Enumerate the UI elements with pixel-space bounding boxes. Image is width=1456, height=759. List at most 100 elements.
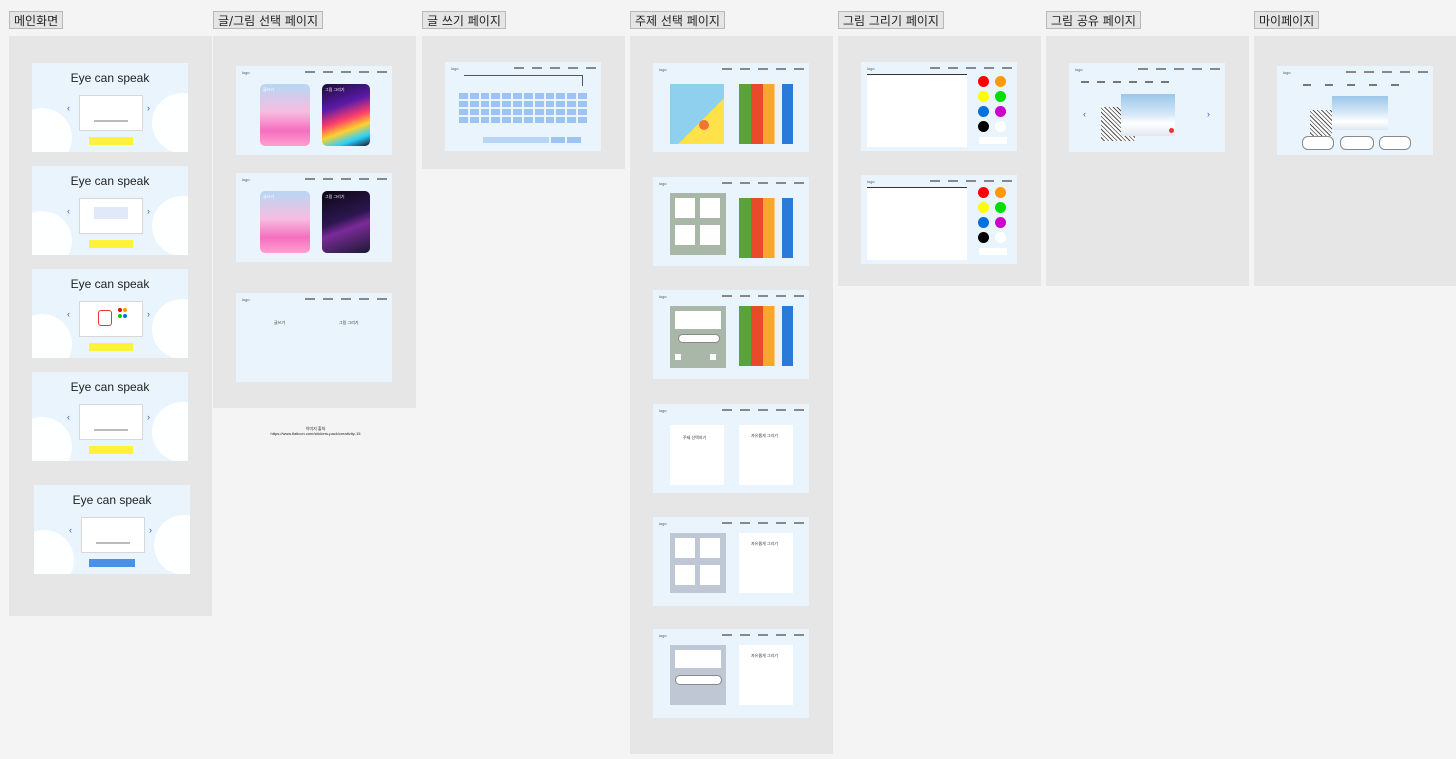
- next-button[interactable]: [89, 343, 133, 351]
- nav-links[interactable]: [722, 67, 804, 70]
- free-draw-card[interactable]: 자유롭게 그리기: [739, 645, 793, 705]
- color-yellow[interactable]: [978, 202, 989, 213]
- chevron-left-icon[interactable]: ‹: [67, 309, 70, 319]
- topic-frame-4[interactable]: logo 주제 선택하기 자유롭게 그리기: [653, 404, 809, 493]
- nav-links[interactable]: [1138, 67, 1220, 70]
- mypage-frame[interactable]: logo: [1277, 66, 1433, 155]
- free-draw-card[interactable]: 자유롭게 그리기: [739, 533, 793, 593]
- heart-icon[interactable]: [1169, 128, 1174, 133]
- select-frame-1[interactable]: logo 글쓰기 그림 그리기: [236, 66, 392, 155]
- nav-links[interactable]: [305, 177, 387, 180]
- my-photo[interactable]: [1332, 96, 1388, 130]
- chevron-left-icon[interactable]: ‹: [67, 103, 70, 113]
- section-label-share[interactable]: 그림 공유 페이지: [1046, 11, 1141, 29]
- write-frame[interactable]: logo: [445, 62, 601, 151]
- chevron-right-icon[interactable]: ›: [149, 525, 152, 535]
- nav-links[interactable]: [722, 521, 804, 524]
- main-frame-3[interactable]: Eye can speak ‹ ›: [32, 269, 188, 358]
- nav-links[interactable]: [514, 66, 596, 69]
- topic-frame-3[interactable]: logo: [653, 290, 809, 379]
- chevron-left-icon[interactable]: ‹: [67, 412, 70, 422]
- color-white[interactable]: [995, 121, 1006, 132]
- main-frame-5[interactable]: Eye can speak ‹ ›: [34, 485, 190, 574]
- color-orange[interactable]: [995, 187, 1006, 198]
- key-button[interactable]: [551, 137, 565, 143]
- topic-option[interactable]: [700, 198, 720, 218]
- nav-links[interactable]: [722, 294, 804, 297]
- save-button[interactable]: [979, 137, 1007, 144]
- draw-frame-1[interactable]: logo: [861, 62, 1017, 151]
- text-input-area[interactable]: [464, 75, 583, 86]
- prev-button[interactable]: [675, 354, 681, 360]
- color-blue[interactable]: [978, 106, 989, 117]
- topic-option[interactable]: [700, 538, 720, 558]
- edit-button[interactable]: [1302, 136, 1334, 150]
- color-purple[interactable]: [995, 106, 1006, 117]
- login-button[interactable]: [89, 559, 135, 567]
- nav-links[interactable]: [305, 297, 387, 300]
- chevron-right-icon[interactable]: ›: [147, 206, 150, 216]
- color-black[interactable]: [978, 121, 989, 132]
- nav-links[interactable]: [1346, 70, 1428, 73]
- section-label-main[interactable]: 메인화면: [9, 11, 64, 29]
- chevron-left-icon[interactable]: ‹: [1083, 109, 1086, 119]
- topic-option[interactable]: [700, 565, 720, 585]
- share-button[interactable]: [1340, 136, 1374, 150]
- color-green[interactable]: [995, 202, 1006, 213]
- topic-option[interactable]: [675, 538, 695, 558]
- choose-topic-card[interactable]: [670, 84, 724, 144]
- nav-links[interactable]: [722, 408, 804, 411]
- topic-option[interactable]: [675, 565, 695, 585]
- color-red[interactable]: [978, 76, 989, 87]
- draw-button[interactable]: [678, 334, 720, 343]
- topic-option[interactable]: [675, 198, 695, 218]
- write-option-card[interactable]: 글쓰기: [260, 84, 310, 146]
- color-green[interactable]: [995, 91, 1006, 102]
- shared-photo[interactable]: [1121, 94, 1175, 136]
- color-blue[interactable]: [978, 217, 989, 228]
- main-frame-2[interactable]: Eye can speak ‹ ›: [32, 166, 188, 255]
- nav-links[interactable]: [930, 66, 1012, 69]
- draw-button[interactable]: [675, 675, 722, 685]
- enter-button[interactable]: [567, 137, 581, 143]
- section-label-topic[interactable]: 주제 선택 페이지: [630, 11, 725, 29]
- credit-url[interactable]: https://www.flaticon.com/stickers-pack/c…: [258, 431, 373, 436]
- delete-button[interactable]: [1379, 136, 1411, 150]
- nav-links[interactable]: [722, 633, 804, 636]
- section-label-write[interactable]: 글 쓰기 페이지: [422, 11, 506, 29]
- chevron-left-icon[interactable]: ‹: [69, 525, 72, 535]
- write-option-card[interactable]: 글쓰기: [260, 191, 310, 253]
- nav-links[interactable]: [930, 179, 1012, 182]
- section-label-select[interactable]: 글/그림 선택 페이지: [213, 11, 323, 29]
- draw-option-text[interactable]: 그림 그리기: [339, 320, 359, 326]
- next-button[interactable]: [710, 354, 716, 360]
- draw-frame-2[interactable]: logo: [861, 175, 1017, 264]
- select-frame-3[interactable]: logo 글쓰기 그림 그리기: [236, 293, 392, 382]
- color-purple[interactable]: [995, 217, 1006, 228]
- chevron-right-icon[interactable]: ›: [1207, 109, 1210, 119]
- space-bar[interactable]: [483, 137, 549, 143]
- free-draw-card[interactable]: [739, 306, 793, 366]
- write-option-text[interactable]: 글쓰기: [274, 320, 285, 326]
- free-draw-card[interactable]: [739, 198, 793, 258]
- topic-frame-6[interactable]: logo 자유롭게 그리기: [653, 629, 809, 718]
- draw-option-card[interactable]: 그림 그리기: [322, 191, 370, 253]
- select-frame-2[interactable]: logo 글쓰기 그림 그리기: [236, 173, 392, 262]
- section-label-draw[interactable]: 그림 그리기 페이지: [838, 11, 944, 29]
- nav-links[interactable]: [305, 70, 387, 73]
- drawing-canvas[interactable]: [867, 187, 967, 260]
- next-button[interactable]: [89, 446, 133, 454]
- chevron-right-icon[interactable]: ›: [147, 103, 150, 113]
- topic-option[interactable]: [700, 225, 720, 245]
- profile-tabs[interactable]: [1303, 84, 1411, 88]
- my-drawing[interactable]: [1310, 110, 1332, 136]
- on-screen-keyboard[interactable]: [459, 93, 587, 123]
- filter-tabs[interactable]: [1081, 81, 1189, 85]
- topic-option[interactable]: [675, 225, 695, 245]
- next-button[interactable]: [89, 240, 133, 248]
- draw-option-card[interactable]: 그림 그리기: [322, 84, 370, 146]
- chevron-left-icon[interactable]: ‹: [67, 206, 70, 216]
- color-orange[interactable]: [995, 76, 1006, 87]
- start-button[interactable]: [89, 137, 133, 145]
- chevron-right-icon[interactable]: ›: [147, 309, 150, 319]
